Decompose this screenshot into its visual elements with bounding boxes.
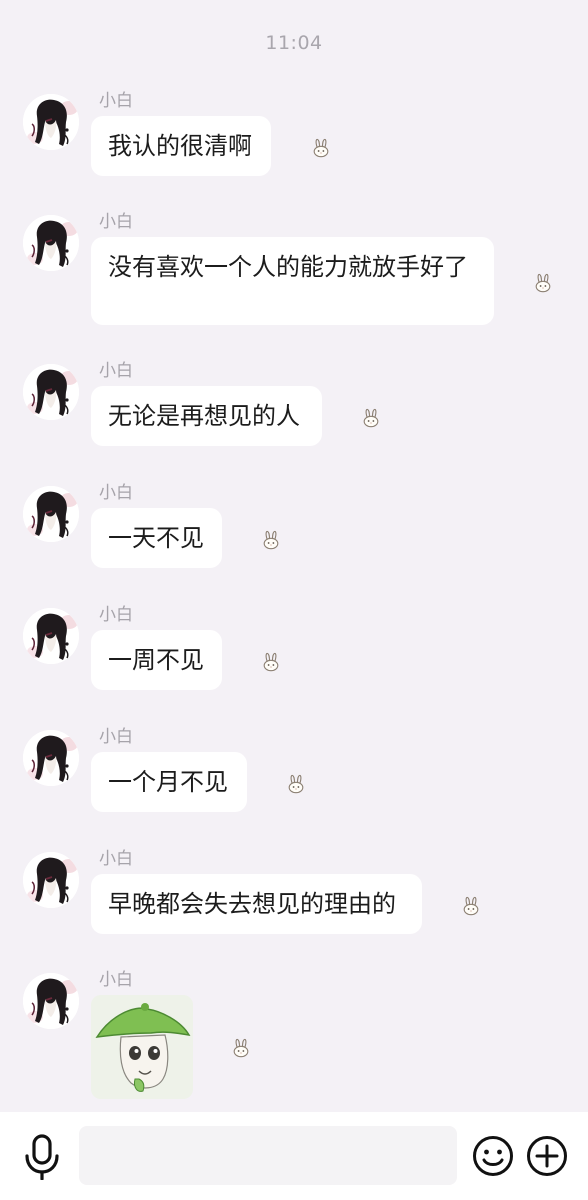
message-bubble[interactable]: 无论是再想见的人 [91, 386, 322, 446]
sender-name: 小白 [99, 212, 133, 232]
avatar[interactable] [23, 94, 79, 150]
avatar[interactable] [23, 364, 79, 420]
sender-name: 小白 [99, 91, 133, 111]
sender-name: 小白 [99, 727, 133, 747]
bunny-icon [533, 273, 553, 293]
sender-name: 小白 [99, 970, 133, 990]
message-bubble[interactable]: 一个月不见 [91, 752, 247, 812]
sender-name: 小白 [99, 361, 133, 381]
sender-name: 小白 [99, 483, 133, 503]
avatar[interactable] [23, 486, 79, 542]
plus-circle-icon[interactable] [526, 1135, 568, 1177]
message-input[interactable] [79, 1126, 457, 1185]
input-bar [0, 1112, 588, 1200]
microphone-icon[interactable] [22, 1132, 62, 1180]
avatar[interactable] [23, 852, 79, 908]
bunny-icon [311, 138, 331, 158]
message-bubble[interactable]: 没有喜欢一个人的能力就放手好了 [91, 237, 494, 325]
bunny-icon [261, 652, 281, 672]
message-bubble[interactable]: 我认的很清啊 [91, 116, 271, 176]
avatar[interactable] [23, 608, 79, 664]
bunny-icon [461, 896, 481, 916]
message-bubble[interactable]: 一天不见 [91, 508, 222, 568]
bunny-icon [361, 408, 381, 428]
message-bubble[interactable]: 一周不见 [91, 630, 222, 690]
avatar[interactable] [23, 973, 79, 1029]
green-hat-cartoon-sticker[interactable] [91, 995, 193, 1099]
bunny-icon [286, 774, 306, 794]
chat-timestamp: 11:04 [265, 32, 323, 54]
avatar[interactable] [23, 215, 79, 271]
bunny-icon [261, 530, 281, 550]
avatar[interactable] [23, 730, 79, 786]
sender-name: 小白 [99, 849, 133, 869]
bunny-icon [231, 1038, 251, 1058]
smiley-icon[interactable] [472, 1135, 514, 1177]
sender-name: 小白 [99, 605, 133, 625]
message-bubble[interactable]: 早晚都会失去想见的理由的 [91, 874, 422, 934]
